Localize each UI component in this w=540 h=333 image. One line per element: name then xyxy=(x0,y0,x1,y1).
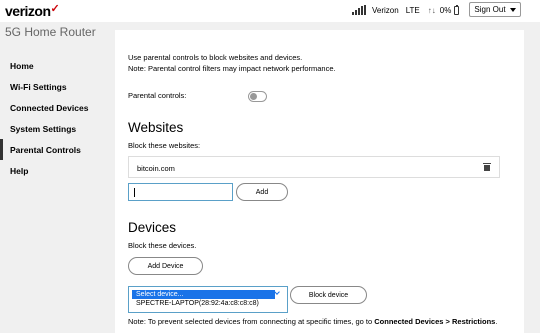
top-bar: verizon✓ Verizon LTE ↑↓ 0% Sign Out xyxy=(0,0,540,22)
network-type: LTE xyxy=(405,5,420,15)
restrictions-link[interactable]: Connected Devices > Restrictions xyxy=(374,317,495,326)
signal-strength-icon xyxy=(352,5,366,15)
trash-icon[interactable] xyxy=(483,163,491,171)
intro-note: Note: Parental control filters may impac… xyxy=(128,64,336,73)
sidebar-item-home[interactable]: Home xyxy=(0,55,105,76)
add-website-button[interactable]: Add xyxy=(236,183,288,201)
text-cursor xyxy=(134,188,135,197)
websites-heading: Websites xyxy=(128,120,184,135)
chevron-down-icon xyxy=(274,289,280,295)
sidebar-item-help[interactable]: Help xyxy=(0,160,105,181)
sign-out-label: Sign Out xyxy=(474,5,506,14)
device-select[interactable]: Select device... SPECTRE-LAPTOP(28:92:4a… xyxy=(128,286,288,313)
block-device-button[interactable]: Block device xyxy=(290,286,367,304)
sidebar-item-wifi-settings[interactable]: Wi-Fi Settings xyxy=(0,76,105,97)
main-panel: Use parental controls to block websites … xyxy=(115,30,524,333)
devices-subtext: Block these devices. xyxy=(128,241,197,250)
parental-controls-toggle[interactable] xyxy=(248,91,267,102)
verizon-logo: verizon✓ xyxy=(5,3,60,19)
sidebar-item-parental-controls[interactable]: Parental Controls xyxy=(0,139,105,160)
brand-check-mark: ✓ xyxy=(50,3,60,15)
blocked-website-row: bitcoin.com xyxy=(128,156,500,178)
website-input-field[interactable] xyxy=(128,183,233,203)
sidebar-item-system-settings[interactable]: System Settings xyxy=(0,118,105,139)
add-device-button[interactable]: Add Device xyxy=(128,257,203,275)
status-area: Verizon LTE ↑↓ 0% xyxy=(352,4,473,15)
sign-out-button[interactable]: Sign Out xyxy=(469,2,521,17)
device-option[interactable]: SPECTRE-LAPTOP(28:92:4a:c8:c8:c8) xyxy=(132,299,259,308)
toggle-knob xyxy=(250,93,257,100)
intro-text: Use parental controls to block websites … xyxy=(128,53,303,62)
carrier-name: Verizon xyxy=(372,5,399,15)
devices-heading: Devices xyxy=(128,220,177,235)
restrictions-note: Note: To prevent selected devices from c… xyxy=(128,317,498,326)
blocked-website-label: bitcoin.com xyxy=(137,164,175,173)
battery-percent: 0% xyxy=(439,5,452,15)
sidebar-item-connected-devices[interactable]: Connected Devices xyxy=(0,97,105,118)
battery-icon xyxy=(454,4,460,15)
websites-subtext: Block these websites: xyxy=(128,141,201,150)
chevron-down-icon xyxy=(509,7,516,12)
parental-controls-label: Parental controls: xyxy=(128,91,187,100)
data-transfer-icon: ↑↓ xyxy=(427,5,436,15)
sidebar: Home Wi-Fi Settings Connected Devices Sy… xyxy=(0,55,105,181)
website-input[interactable] xyxy=(129,186,232,203)
select-placeholder-option[interactable]: Select device... xyxy=(132,290,275,299)
product-title: 5G Home Router xyxy=(5,25,96,39)
